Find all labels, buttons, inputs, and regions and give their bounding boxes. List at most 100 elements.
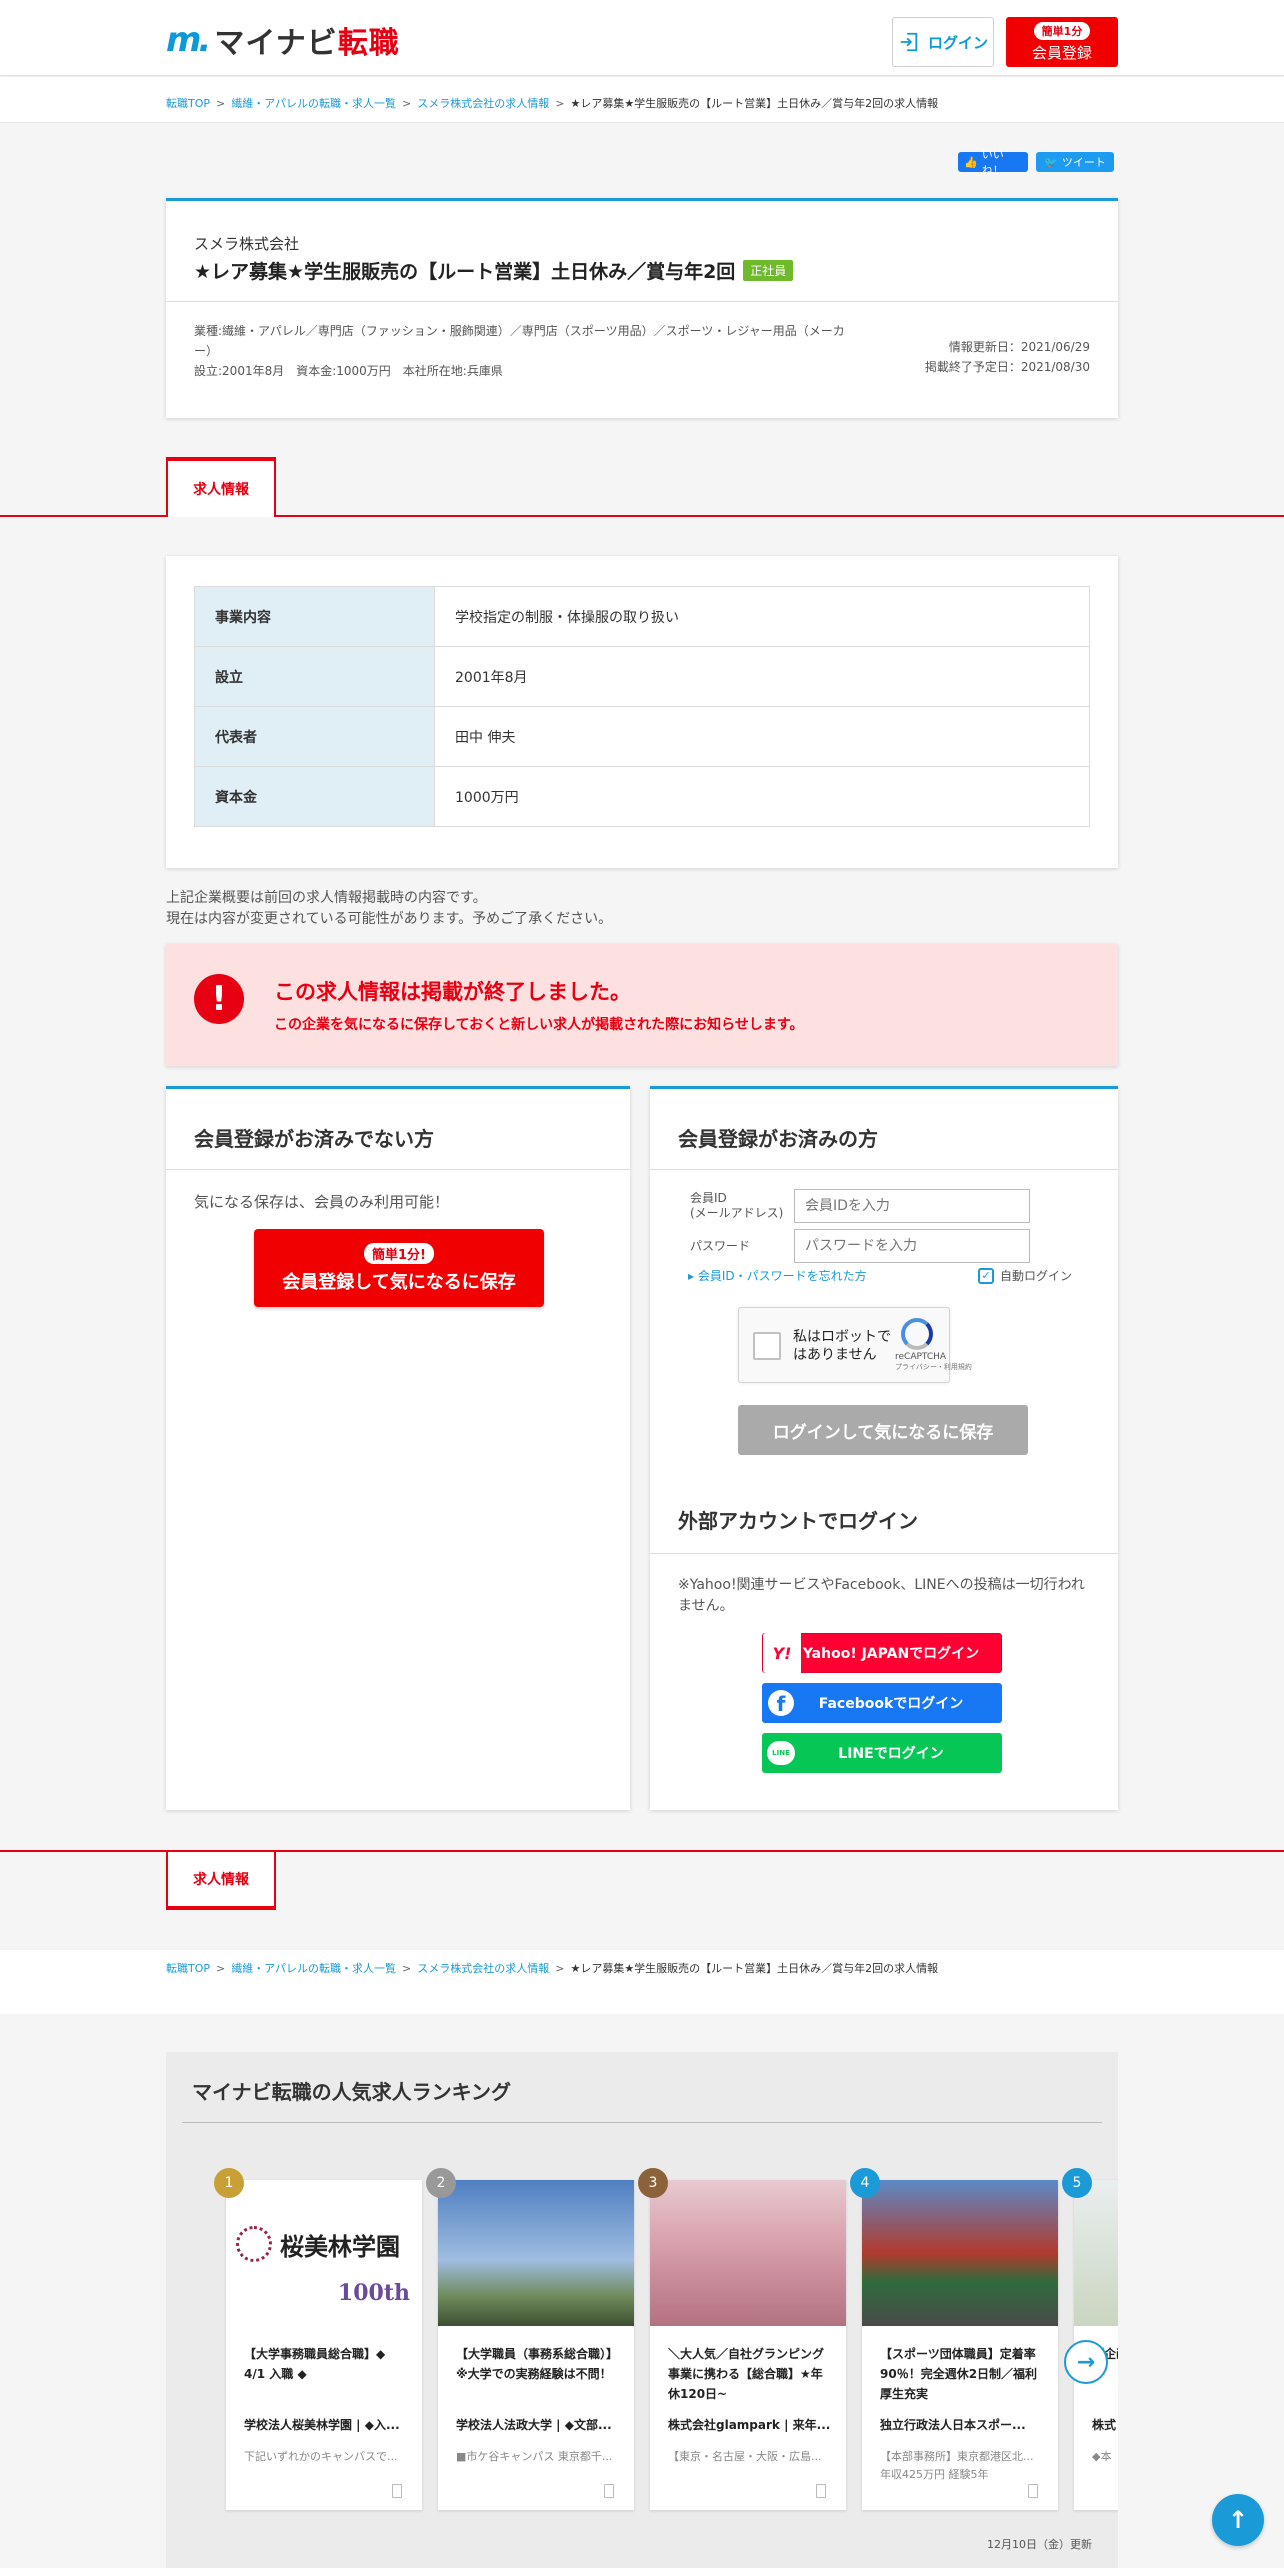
member-panel-title: 会員登録がお済みの方 — [678, 1127, 878, 1151]
founding-line: 設立:2001年8月 資本金:1000万円 本社所在地:兵庫県 — [194, 364, 503, 378]
yahoo-login-button[interactable]: Y! Yahoo! JAPANでログイン — [762, 1633, 1002, 1673]
breadcrumb-top[interactable]: 転職TOP — [166, 1962, 210, 1975]
login-and-save-button[interactable]: ログインして気になるに保存 — [738, 1405, 1028, 1455]
thumbs-up-icon: 👍 — [964, 155, 978, 169]
school-logo: 桜美林学園 — [236, 2226, 400, 2262]
register-label: 会員登録 — [1031, 43, 1092, 62]
breadcrumb-current: ★レア募集★学生服販売の【ルート営業】土日休み／賞与年2回の求人情報 — [570, 1962, 939, 1975]
alert-subtitle: この企業を気になるに保存しておくと新しい求人が掲載された際にお知らせします。 — [274, 1017, 804, 1033]
job-thumbnail — [438, 2180, 634, 2326]
recaptcha-label: 私はロボットではありません — [793, 1329, 891, 1363]
password-input[interactable] — [794, 1229, 1030, 1263]
facebook-like-button[interactable]: 👍 いいね！ — [958, 148, 1028, 177]
job-company: 株式 — [1092, 2418, 1117, 2432]
ranking-card[interactable]: 4 【スポーツ団体職員】定着率90％！完全週休2日制／福利厚生充実独立行政法人日本… — [850, 2168, 1058, 2510]
job-title: 【大学事務職員総合職】◆ 4/1 入職 ◆ — [244, 2347, 386, 2381]
job-title: 【大学職員（事務系総合職）】※大学での実務経験は不問！ — [456, 2347, 619, 2381]
facebook-login-button[interactable]: f Facebookでログイン — [762, 1683, 1002, 1723]
forgot-credentials-link[interactable]: ▸ 会員ID・パスワードを忘れた方 — [688, 1267, 867, 1284]
register-and-save-button[interactable]: 簡単1分! 会員登録して気になるに保存 — [254, 1229, 544, 1307]
crest-icon — [236, 2226, 272, 2262]
job-thumbnail — [1074, 2180, 1118, 2326]
updated-date: 情報更新日：2021/06/29 — [948, 340, 1090, 354]
company-info-card: 事業内容 学校指定の制服・体操服の取り扱い 設立 2001年8月 代表者 田中 伸夫 … — [166, 556, 1118, 868]
logo-accent: 転職 — [337, 26, 400, 61]
register-pill: 簡単1分 — [1033, 21, 1091, 40]
login-icon — [900, 32, 918, 52]
table-row: 設立 2001年8月 — [194, 646, 1090, 707]
arrow-right-icon: → — [1076, 2349, 1096, 2375]
ranking-carousel: 1 桜美林学園 100th 【大学事務職員総合職】◆ 4/1 入職 ◆ 学校法人桜美林学… — [166, 2052, 1118, 2568]
job-company: 独立行政法人日本スポー... — [880, 2418, 1026, 2432]
ranking-updated-date: 12月10日（金）更新 — [987, 2538, 1092, 2551]
alert-title: この求人情報は掲載が終了しました。 — [274, 980, 631, 1004]
site-header: m. マイナビ転職 ログイン 簡単1分 会員登録 — [0, 0, 1284, 76]
member-id-input[interactable] — [794, 1189, 1030, 1223]
company-name: スメラ株式会社 — [194, 235, 300, 253]
job-header-card: スメラ株式会社 ★レア募集★学生服販売の【ルート営業】土日休み／賞与年2回 正社… — [166, 198, 1118, 418]
rank-badge: 1 — [214, 2168, 244, 2198]
divider — [650, 1553, 1118, 1554]
yahoo-icon: Y! — [763, 1633, 801, 1673]
tab-job-info-bottom[interactable]: 求人情報 — [166, 1850, 276, 1910]
recaptcha-links[interactable]: プライバシー・利用規約 — [895, 1362, 972, 1372]
recaptcha-icon — [901, 1318, 933, 1350]
bookmark-icon[interactable] — [604, 2484, 614, 2498]
breadcrumb-company[interactable]: スメラ株式会社の求人情報 — [417, 97, 549, 110]
register-button[interactable]: 簡単1分 会員登録 — [1006, 17, 1118, 67]
breadcrumb-bar: 転職TOP > 繊維・アパレルの転職・求人一覧 > スメラ株式会社の求人情報 > ★レア募集… — [0, 77, 1284, 123]
ranking-card[interactable]: 2 【大学職員（事務系総合職）】※大学での実務経験は不問！ 学校法人法政大学 | ◆… — [426, 2168, 634, 2510]
info-note: 上記企業概要は前回の求人情報掲載時の内容です。 現在は内容が変更されている可能性… — [166, 890, 613, 927]
job-salary: 年収425万円 経験5年 — [880, 2468, 989, 2481]
rank-badge: 5 — [1062, 2168, 1092, 2198]
table-row: 資本金 1000万円 — [194, 766, 1090, 827]
job-company: 学校法人桜美林学園 | ◆入... — [244, 2418, 400, 2432]
guest-panel-text: 気になる保存は、会員のみ利用可能！ — [194, 1193, 450, 1211]
bookmark-icon[interactable] — [816, 2484, 826, 2498]
bookmark-icon[interactable] — [392, 2484, 402, 2498]
job-thumbnail — [862, 2180, 1058, 2326]
table-row: 代表者 田中 伸夫 — [194, 706, 1090, 767]
job-location: ■市ケ谷キャンパス 東京都千... — [456, 2450, 613, 2463]
line-icon: LINE — [767, 1741, 795, 1765]
job-company: 学校法人法政大学 | ◆文部... — [456, 2418, 612, 2432]
job-thumbnail: 桜美林学園 100th — [226, 2180, 422, 2326]
recaptcha-widget: 私はロボットではありません reCAPTCHA プライバシー・利用規約 — [738, 1307, 972, 1383]
line-login-button[interactable]: LINE LINEでログイン — [762, 1733, 1002, 1773]
breadcrumb-bar-bottom: 転職TOP > 繊維・アパレルの転職・求人一覧 > スメラ株式会社の求人情報 > ★レア募集… — [0, 1950, 1284, 2014]
bookmark-icon[interactable] — [1028, 2484, 1038, 2498]
rank-badge: 2 — [426, 2168, 456, 2198]
rank-badge: 4 — [850, 2168, 880, 2198]
job-title: 【スポーツ団体職員】定着率90％！完全週休2日制／福利厚生充実 — [880, 2347, 1038, 2401]
facebook-icon: f — [768, 1690, 794, 1716]
job-location: ◆本 — [1092, 2450, 1112, 2463]
recaptcha-checkbox[interactable] — [753, 1332, 781, 1360]
login-button[interactable]: ログイン — [892, 17, 994, 67]
password-label: パスワード — [690, 1239, 751, 1253]
breadcrumb-category[interactable]: 繊維・アパレルの転職・求人一覧 — [231, 1962, 396, 1975]
ranking-card[interactable]: 3 ＼大人気／自社グランピング事業に携わる【総合職】★年休120日~ 株式会社gla… — [638, 2168, 846, 2510]
logo-mark: m. — [166, 20, 211, 60]
expired-alert: ! この求人情報は掲載が終了しました。 この企業を気になるに保存しておくと新しい… — [166, 944, 1118, 1066]
page-top-button[interactable]: ↑ — [1212, 2494, 1264, 2546]
login-label: ログイン — [927, 33, 988, 52]
site-logo[interactable]: m. マイナビ転職 — [166, 20, 400, 61]
member-panel: 会員登録がお済みの方 会員ID (メールアドレス) パスワード ▸ 会員ID・パ… — [650, 1086, 1118, 1810]
auto-login-checkbox[interactable]: ✓ 自動ログイン — [978, 1267, 1072, 1284]
breadcrumb-category[interactable]: 繊維・アパレルの転職・求人一覧 — [231, 97, 396, 110]
tweet-button[interactable]: 🐦 ツイート — [1036, 152, 1114, 172]
job-location: 【東京・名古屋・大阪・広島... — [668, 2450, 822, 2463]
carousel-next-button[interactable]: → — [1064, 2340, 1108, 2384]
ranking-card[interactable]: 1 桜美林学園 100th 【大学事務職員総合職】◆ 4/1 入職 ◆ 学校法人桜美林学… — [214, 2168, 422, 2510]
breadcrumb-company[interactable]: スメラ株式会社の求人情報 — [417, 1962, 549, 1975]
ranking-section: マイナビ転職の人気求人ランキング 1 桜美林学園 100th 【大学事務職員総合職】◆… — [166, 2052, 1118, 2568]
tab-job-info[interactable]: 求人情報 — [166, 457, 276, 517]
rank-badge: 3 — [638, 2168, 668, 2198]
job-title: ★レア募集★学生服販売の【ルート営業】土日休み／賞与年2回 — [194, 261, 736, 283]
breadcrumb-top[interactable]: 転職TOP — [166, 97, 210, 110]
breadcrumb: 転職TOP > 繊維・アパレルの転職・求人一覧 > スメラ株式会社の求人情報 > ★レア募集… — [166, 1962, 939, 1975]
job-company: 株式会社glampark | 来年... — [668, 2418, 831, 2432]
divider — [650, 1169, 1118, 1170]
divider — [166, 301, 1118, 302]
breadcrumb-current: ★レア募集★学生服販売の【ルート営業】土日休み／賞与年2回の求人情報 — [570, 97, 939, 110]
